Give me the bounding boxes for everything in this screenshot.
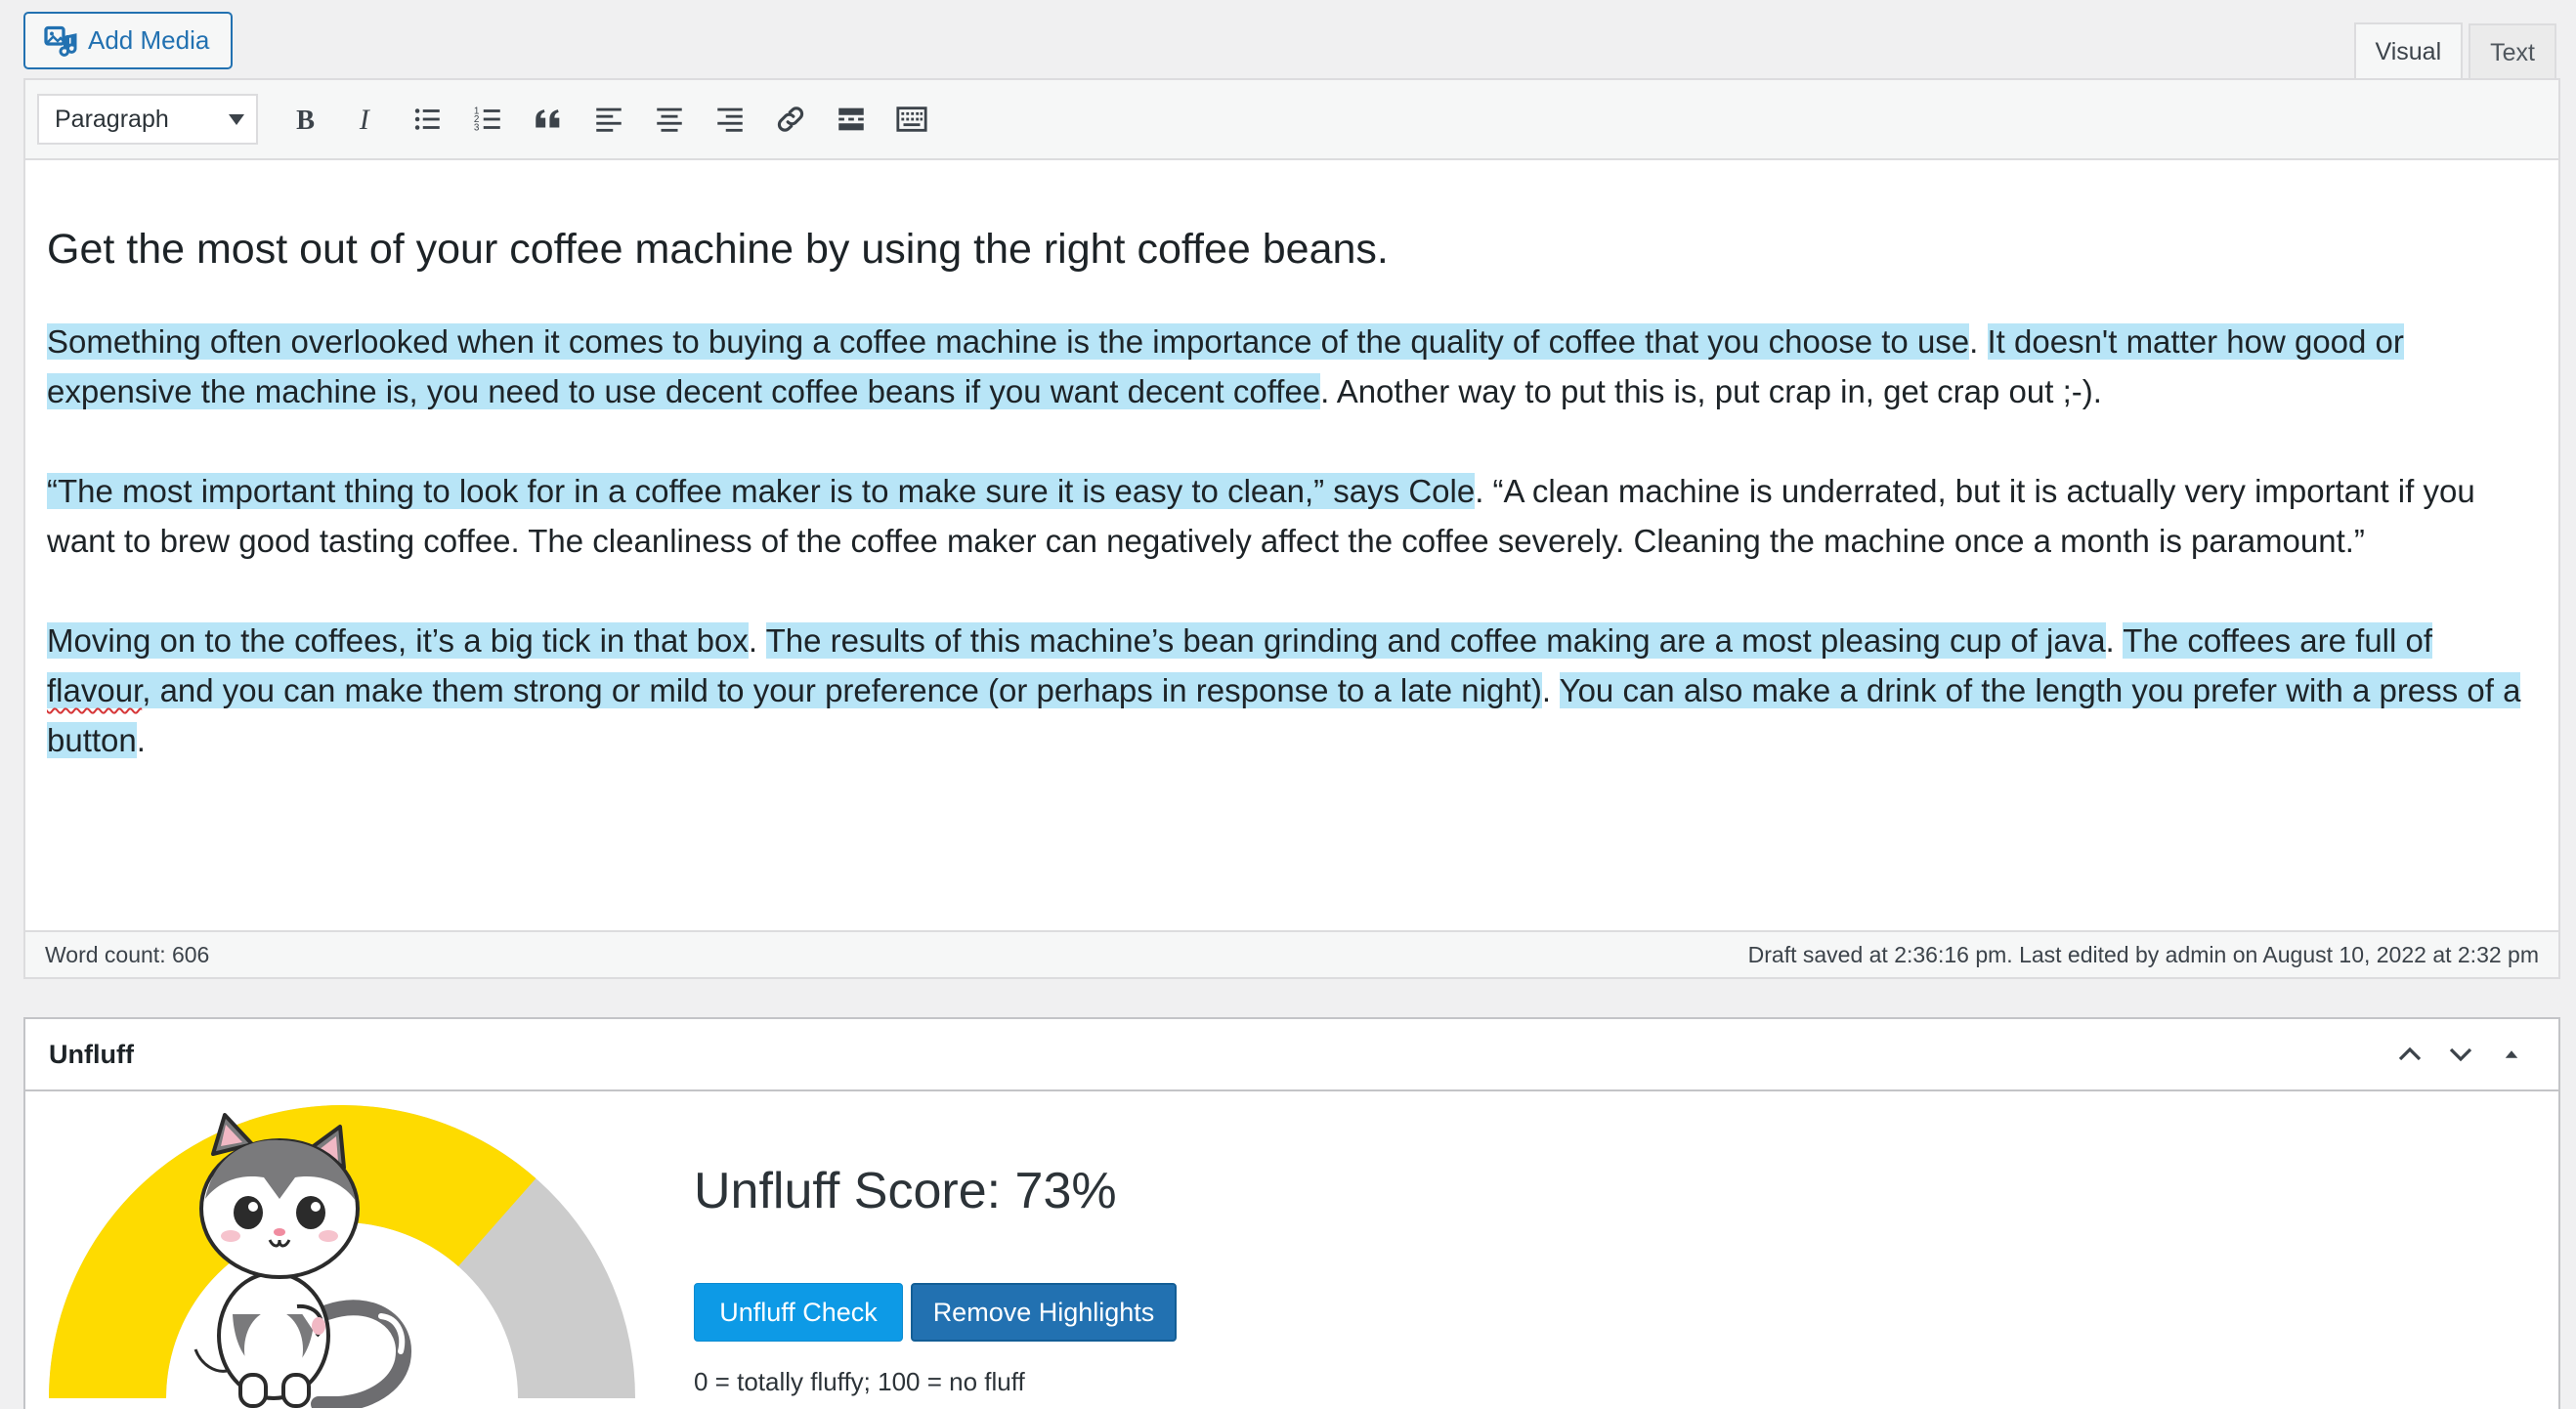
align-right-button[interactable]: [700, 92, 760, 147]
media-icon: [44, 25, 77, 57]
align-right-icon: [717, 107, 743, 132]
metabox-controls: [2384, 1029, 2537, 1080]
blockquote-button[interactable]: [518, 92, 579, 147]
paragraph-1: Something often overlooked when it comes…: [47, 317, 2537, 416]
text-fragment: The coffees are full of: [2123, 622, 2433, 659]
unfluff-metabox: Unfluff Unfluff Score: 73% Unfluff Check…: [23, 1017, 2560, 1409]
text-fragment: , and you can make them strong or mild t…: [142, 672, 1542, 708]
sentence-end: .: [1969, 323, 1979, 360]
chevron-down-icon: [2449, 1047, 2472, 1062]
collapse-toggle-button[interactable]: [2486, 1029, 2537, 1080]
paragraph-3: Moving on to the coffees, it’s a big tic…: [47, 616, 2537, 765]
read-more-button[interactable]: [821, 92, 881, 147]
move-up-button[interactable]: [2384, 1029, 2435, 1080]
draft-status: Draft saved at 2:36:16 pm. Last edited b…: [1747, 941, 2539, 967]
svg-text:I: I: [359, 104, 371, 136]
sentence-end: .: [748, 622, 758, 659]
svg-text:B: B: [296, 106, 315, 136]
post-heading: Get the most out of your coffee machine …: [47, 226, 1389, 273]
sentence-end: .: [136, 722, 146, 758]
bold-button[interactable]: B: [276, 92, 336, 147]
spelling-error-word[interactable]: flavour: [47, 672, 142, 708]
numbered-list-button[interactable]: 1 2 3: [457, 92, 518, 147]
align-center-button[interactable]: [639, 92, 700, 147]
bulleted-list-icon: [414, 108, 440, 130]
add-media-label: Add Media: [88, 25, 210, 55]
paragraph-2: “The most important thing to look for in…: [47, 466, 2537, 566]
highlighted-sentence: The results of this machine’s bean grind…: [765, 622, 2106, 659]
italic-icon: I: [359, 104, 371, 136]
read-more-icon: [838, 107, 864, 131]
remove-highlights-button[interactable]: Remove Highlights: [911, 1283, 1177, 1342]
tab-visual[interactable]: Visual: [2353, 22, 2464, 80]
numbered-list-icon: 1 2 3: [474, 106, 500, 133]
toolbar-toggle-icon: [896, 107, 927, 132]
align-left-icon: [596, 107, 622, 132]
align-left-button[interactable]: [579, 92, 639, 147]
score-legend: 0 = totally fluffy; 100 = no fluff: [694, 1367, 1025, 1396]
format-select[interactable]: Paragraph: [37, 94, 258, 145]
editor-content[interactable]: Get the most out of your coffee machine …: [25, 160, 2558, 765]
blockquote-icon: [536, 109, 560, 128]
format-select-value: Paragraph: [55, 105, 169, 133]
align-center-icon: [657, 107, 682, 132]
unfluff-title: Unfluff: [49, 1039, 134, 1069]
editor-toolbar: Paragraph B I 1 2 3: [25, 80, 2558, 160]
italic-button[interactable]: I: [336, 92, 397, 147]
triangle-up-icon: [2505, 1050, 2518, 1058]
highlighted-sentence: “The most important thing to look for in…: [47, 473, 1476, 509]
tab-text[interactable]: Text: [2469, 23, 2556, 80]
bold-icon: B: [296, 106, 315, 136]
editor-tabs: Visual Text: [2348, 22, 2556, 80]
highlighted-sentence: Something often overlooked when it comes…: [47, 323, 1970, 360]
post-editor: Paragraph B I 1 2 3 Get the most out of …: [23, 78, 2560, 979]
bulleted-list-button[interactable]: [397, 92, 457, 147]
toolbar-toggle-button[interactable]: [881, 92, 942, 147]
highlighted-sentence: Moving on to the coffees, it’s a big tic…: [47, 622, 749, 659]
sentence-end: .: [2105, 622, 2115, 659]
insert-link-button[interactable]: [760, 92, 821, 147]
move-down-button[interactable]: [2435, 1029, 2486, 1080]
word-count: Word count: 606: [45, 941, 210, 967]
add-media-button[interactable]: Add Media: [23, 12, 233, 69]
unfluff-gauge: [49, 1105, 635, 1408]
unfluff-score: Unfluff Score: 73%: [694, 1163, 1117, 1219]
plain-text: . Another way to put this is, put crap i…: [1320, 373, 2102, 409]
unfluff-header: Unfluff: [25, 1019, 2558, 1091]
chevron-up-icon: [2398, 1046, 2422, 1061]
sentence-end: .: [1541, 672, 1552, 708]
editor-status-bar: Word count: 606 Draft saved at 2:36:16 p…: [25, 930, 2558, 977]
link-icon: [777, 107, 804, 132]
dropdown-caret-icon: [229, 113, 244, 125]
unfluff-check-button[interactable]: Unfluff Check: [694, 1283, 903, 1342]
svg-text:3: 3: [474, 122, 480, 133]
